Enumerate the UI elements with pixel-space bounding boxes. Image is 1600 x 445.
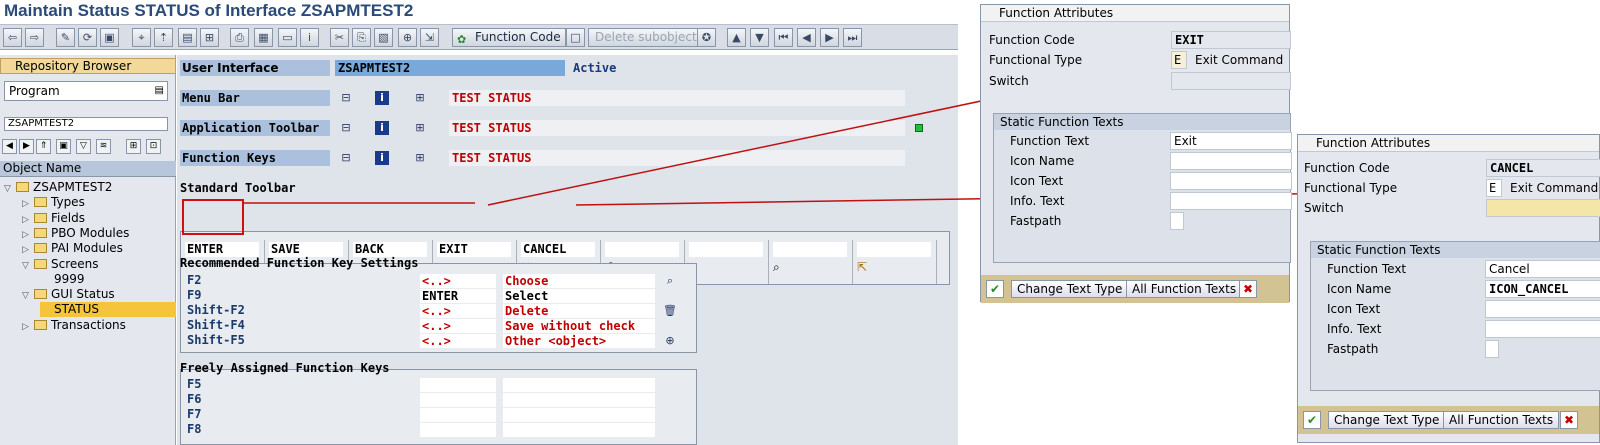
icon-name-label: Icon Name (1010, 154, 1075, 168)
icon-text-label: Icon Text (1327, 302, 1381, 316)
function-code-value[interactable]: CANCEL (1486, 159, 1600, 177)
icon-name-field[interactable]: ICON_CANCEL (1485, 280, 1600, 298)
info-text-label: Info. Text (1327, 322, 1382, 336)
all-function-texts-button[interactable]: All Function Texts (1126, 280, 1243, 298)
function-text-field[interactable]: Cancel (1485, 260, 1600, 278)
info-text-field[interactable] (1485, 320, 1600, 338)
icon-name-field[interactable] (1170, 152, 1292, 170)
icon-text-field[interactable] (1485, 300, 1600, 318)
fastpath-field[interactable] (1485, 340, 1499, 358)
functional-type-text: Exit Command (1510, 181, 1599, 195)
icon-text-field[interactable] (1170, 172, 1292, 190)
popup-title: Function Attributes (981, 5, 1289, 22)
all-function-texts-button[interactable]: All Function Texts (1443, 411, 1560, 429)
functional-type-code[interactable]: E (1171, 51, 1187, 69)
fastpath-label: Fastpath (1327, 342, 1379, 356)
cancel-x-icon[interactable]: ✖ (1239, 280, 1257, 298)
icon-text-label: Icon Text (1010, 174, 1064, 188)
static-function-texts-group: Static Function Texts Function Text Canc… (1310, 241, 1600, 391)
functional-type-code[interactable]: E (1486, 179, 1502, 197)
static-function-texts-group: Static Function Texts Function Text Exit… (993, 113, 1292, 263)
switch-label: Switch (989, 74, 1029, 88)
switch-label: Switch (1304, 201, 1344, 215)
popup-footer: ✔ Change Text Type All Function Texts ✖ (981, 275, 1289, 303)
function-attributes-exit-popup: Function Attributes Function Code EXIT F… (980, 4, 1292, 303)
functional-type-text: Exit Command (1195, 53, 1284, 67)
function-text-label: Function Text (1327, 262, 1407, 276)
confirm-check-icon[interactable]: ✔ (1303, 411, 1321, 429)
fastpath-label: Fastpath (1010, 214, 1062, 228)
change-text-type-button[interactable]: Change Text Type (1328, 411, 1446, 429)
static-function-texts-title: Static Function Texts (994, 114, 1290, 130)
functional-type-label: Functional Type (989, 53, 1083, 67)
function-text-field[interactable]: Exit (1170, 132, 1292, 150)
fastpath-field[interactable] (1170, 212, 1184, 230)
switch-field[interactable] (1486, 199, 1600, 217)
function-code-label: Function Code (989, 33, 1075, 47)
cancel-x-icon[interactable]: ✖ (1560, 411, 1578, 429)
popup-footer: ✔ Change Text Type All Function Texts ✖ (1298, 406, 1599, 434)
function-text-label: Function Text (1010, 134, 1090, 148)
info-text-field[interactable] (1170, 192, 1292, 210)
icon-name-label: Icon Name (1327, 282, 1392, 296)
function-attributes-cancel-popup: Function Attributes Function Code CANCEL… (1297, 134, 1600, 443)
switch-field[interactable] (1171, 72, 1291, 90)
confirm-check-icon[interactable]: ✔ (986, 280, 1004, 298)
change-text-type-button[interactable]: Change Text Type (1011, 280, 1129, 298)
info-text-label: Info. Text (1010, 194, 1065, 208)
functional-type-label: Functional Type (1304, 181, 1398, 195)
static-function-texts-title: Static Function Texts (1311, 242, 1600, 258)
function-code-value[interactable]: EXIT (1171, 31, 1291, 49)
popup-title: Function Attributes (1298, 135, 1599, 152)
function-code-label: Function Code (1304, 161, 1390, 175)
